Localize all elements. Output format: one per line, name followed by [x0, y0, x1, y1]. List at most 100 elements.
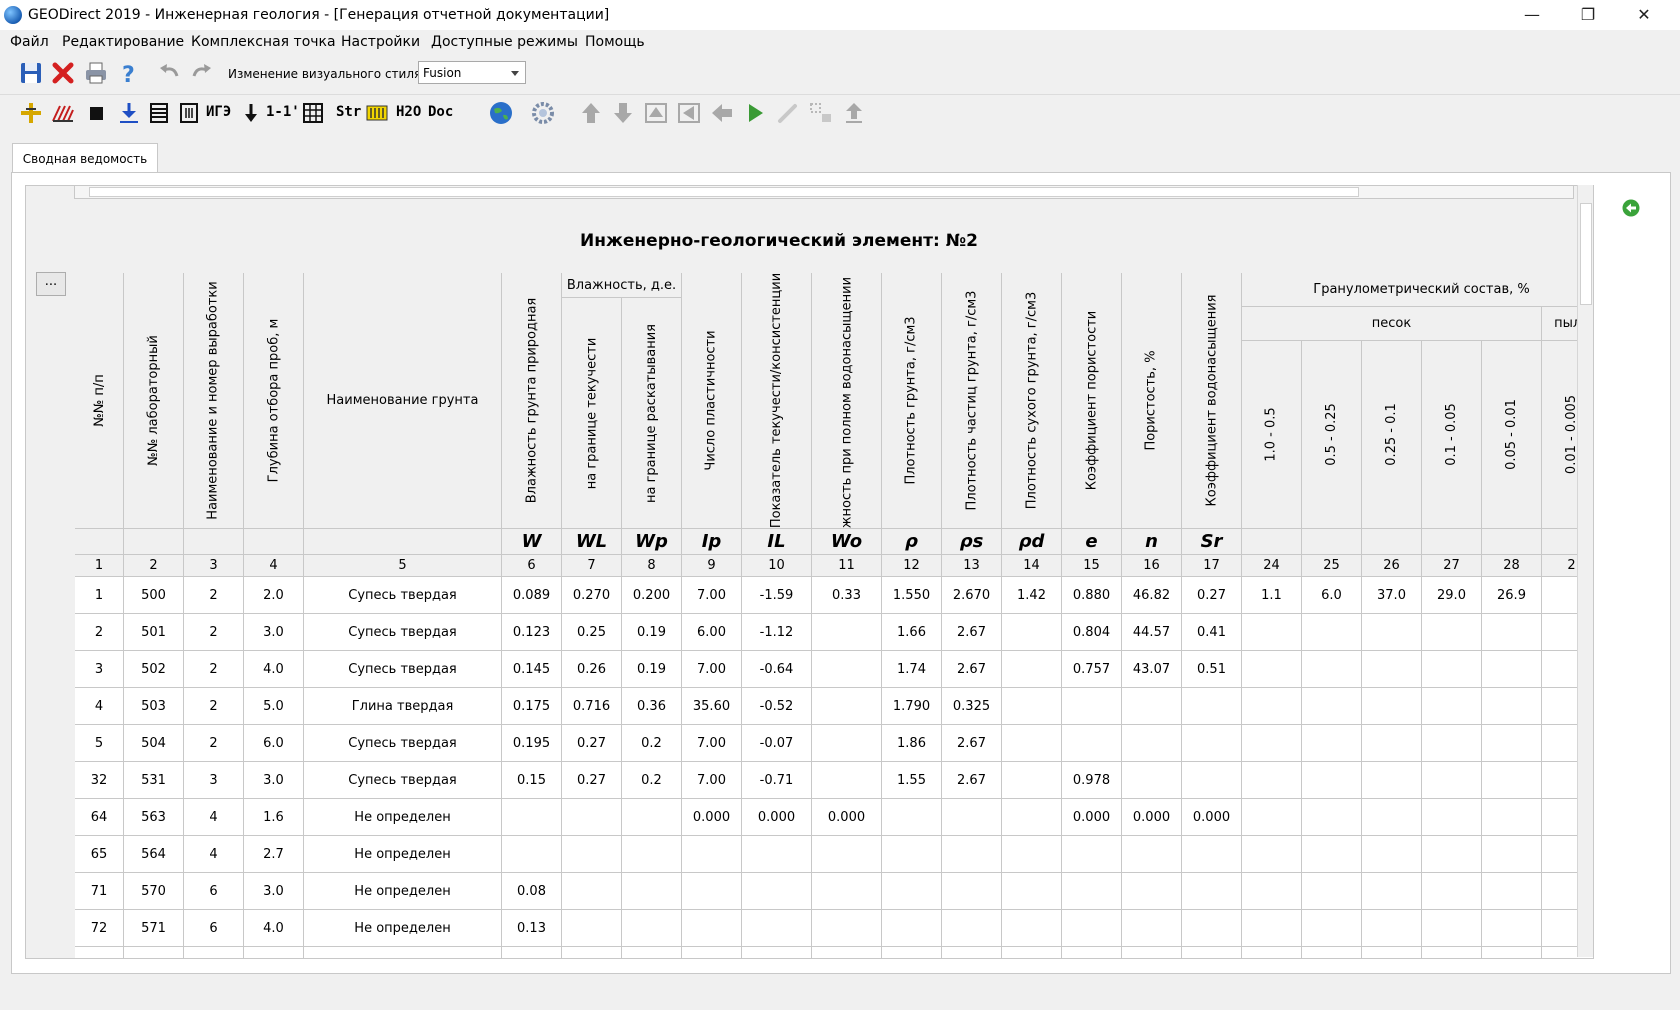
table-cell[interactable] — [1182, 873, 1242, 910]
table-cell[interactable]: -0.71 — [742, 762, 812, 799]
table-cell[interactable]: 35.60 — [682, 688, 742, 725]
table-cell[interactable] — [1302, 947, 1362, 958]
table-cell[interactable] — [1002, 947, 1062, 958]
table-cell[interactable] — [1302, 725, 1362, 762]
table-cell[interactable]: 0.089 — [502, 577, 562, 614]
columns-icon[interactable] — [176, 100, 202, 126]
table-cell[interactable]: 4.0 — [244, 910, 304, 947]
table-cell[interactable] — [1302, 762, 1362, 799]
table-cell[interactable] — [812, 947, 882, 958]
table-cell[interactable]: 0.000 — [1122, 799, 1182, 836]
table-cell[interactable]: 37.0 — [1362, 577, 1422, 614]
table-cell[interactable]: 71 — [75, 873, 124, 910]
table-cell[interactable] — [1302, 910, 1362, 947]
table-cell[interactable] — [942, 910, 1002, 947]
table-cell[interactable] — [502, 836, 562, 873]
table-cell[interactable]: 2.67 — [942, 725, 1002, 762]
table-cell[interactable]: 2.7 — [244, 836, 304, 873]
vertical-scroll-thumb[interactable] — [1580, 203, 1592, 305]
table-cell[interactable] — [942, 799, 1002, 836]
table-cell[interactable] — [1002, 725, 1062, 762]
minimize-button[interactable]: — — [1504, 0, 1560, 30]
table-cell[interactable] — [1302, 688, 1362, 725]
table-cell[interactable] — [1362, 873, 1422, 910]
menu-complex-point[interactable]: Комплексная точка — [191, 34, 336, 50]
table-cell[interactable] — [1302, 651, 1362, 688]
table-cell[interactable] — [1482, 762, 1542, 799]
table-cell[interactable] — [1122, 947, 1182, 958]
table-cell[interactable] — [942, 836, 1002, 873]
move-down-icon[interactable] — [610, 100, 636, 126]
table-cell[interactable] — [1122, 910, 1182, 947]
table-cell[interactable]: 0.000 — [812, 799, 882, 836]
table-cell[interactable] — [1002, 836, 1062, 873]
tab-summary[interactable]: Сводная ведомость — [12, 143, 158, 174]
table-cell[interactable] — [562, 836, 622, 873]
stop-icon[interactable] — [83, 100, 109, 126]
table-cell[interactable]: 0.33 — [812, 577, 882, 614]
table-cell[interactable]: 0.15 — [502, 762, 562, 799]
globe-icon[interactable] — [488, 100, 514, 126]
table-cell[interactable]: 0.19 — [622, 614, 682, 651]
table-cell[interactable]: 504 — [124, 725, 184, 762]
table-cell[interactable] — [682, 947, 742, 958]
table-cell[interactable] — [1122, 688, 1182, 725]
table-cell[interactable]: 2.670 — [942, 577, 1002, 614]
table-cell[interactable] — [1002, 651, 1062, 688]
table-cell[interactable]: 6 — [184, 947, 244, 958]
table-cell[interactable]: 2.67 — [942, 614, 1002, 651]
table-cell[interactable]: 43.07 — [1122, 651, 1182, 688]
vertical-scrollbar[interactable] — [1577, 185, 1593, 957]
table-cell[interactable] — [1182, 725, 1242, 762]
table-cell[interactable]: -1.59 — [742, 577, 812, 614]
table-cell[interactable] — [942, 947, 1002, 958]
undo-icon[interactable] — [156, 60, 182, 86]
table-cell[interactable]: -0.64 — [742, 651, 812, 688]
delete-icon[interactable] — [50, 60, 76, 86]
table-cell[interactable]: 0.36 — [622, 688, 682, 725]
table-cell[interactable]: 571 — [124, 910, 184, 947]
table-cell[interactable]: 0.175 — [502, 688, 562, 725]
table-cell[interactable] — [1002, 799, 1062, 836]
table-cell[interactable] — [882, 873, 942, 910]
table-cell[interactable]: 0.10 — [502, 947, 562, 958]
move-left-icon[interactable] — [709, 100, 735, 126]
table-cell[interactable]: 0.25 — [562, 614, 622, 651]
table-cell[interactable] — [1482, 910, 1542, 947]
table-cell[interactable]: 570 — [124, 873, 184, 910]
table-cell[interactable]: 1 — [75, 577, 124, 614]
table-cell[interactable] — [562, 799, 622, 836]
table-cell[interactable]: 1.55 — [882, 762, 942, 799]
table-cell[interactable] — [622, 836, 682, 873]
menu-modes[interactable]: Доступные режимы — [431, 34, 578, 50]
table-cell[interactable]: 502 — [124, 651, 184, 688]
table-cell[interactable]: 500 — [124, 577, 184, 614]
table-cell[interactable]: 572 — [124, 947, 184, 958]
str-button[interactable]: Str — [336, 104, 361, 120]
table-cell[interactable] — [562, 873, 622, 910]
table-cell[interactable] — [1362, 910, 1422, 947]
table-cell[interactable] — [1422, 799, 1482, 836]
table-cell[interactable] — [1182, 947, 1242, 958]
table-cell[interactable]: 26.9 — [1482, 577, 1542, 614]
table-cell[interactable]: Супесь твердая — [304, 577, 502, 614]
horizontal-scroll-thumb[interactable] — [89, 187, 1359, 197]
table-cell[interactable] — [1242, 651, 1302, 688]
table-cell[interactable]: 0.27 — [562, 725, 622, 762]
table-cell[interactable]: 46.82 — [1122, 577, 1182, 614]
table-cell[interactable]: 0.51 — [1182, 651, 1242, 688]
menu-help[interactable]: Помощь — [585, 34, 645, 50]
table-cell[interactable] — [1242, 614, 1302, 651]
split-icon[interactable] — [808, 100, 834, 126]
table-cell[interactable] — [1242, 836, 1302, 873]
table-cell[interactable] — [562, 910, 622, 947]
table-cell[interactable]: 64 — [75, 799, 124, 836]
table-cell[interactable]: 32 — [75, 762, 124, 799]
table-cell[interactable]: Не определен — [304, 910, 502, 947]
redo-icon[interactable] — [189, 60, 215, 86]
table-cell[interactable]: 0.757 — [1062, 651, 1122, 688]
arrow-down-icon[interactable] — [238, 100, 264, 126]
table-cell[interactable] — [682, 873, 742, 910]
table-cell[interactable] — [742, 836, 812, 873]
table-cell[interactable]: 3.0 — [244, 762, 304, 799]
